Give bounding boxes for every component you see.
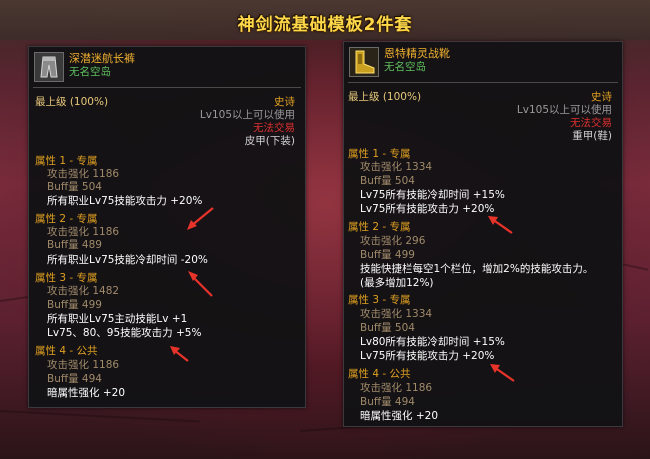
red-arrow-icon — [188, 271, 213, 297]
option-3-effect-2: Lv75所有技能攻击力 +20% — [360, 350, 495, 362]
option-1-attack: 攻击强化 1334 — [360, 161, 433, 173]
option-1-effect: 所有职业Lv75技能攻击力 +20% — [47, 195, 203, 207]
item-grade: 最上级 (100%) — [348, 91, 422, 103]
item-source: 无名空岛 — [69, 66, 111, 78]
option-4-buff: Buff量 494 — [360, 396, 415, 408]
option-1-attack: 攻击强化 1186 — [47, 168, 120, 180]
item-name: 恩特精灵战靴 — [384, 47, 450, 60]
item-header: 恩特精灵战靴 无名空岛 — [348, 46, 618, 77]
option-2-buff: Buff量 499 — [360, 249, 415, 261]
option-4-effect: 暗属性强化 +20 — [47, 387, 125, 399]
option-1-effect-1: Lv75所有技能冷却时间 +15% — [360, 189, 505, 201]
item-header: 深潜迷航长裤 无名空岛 — [33, 51, 301, 82]
option-2-attack: 攻击强化 1186 — [47, 226, 120, 238]
item-slot: 皮甲(下装) — [244, 135, 295, 147]
red-arrow-icon — [187, 207, 214, 230]
golden-boots-icon — [349, 47, 379, 77]
item-tooltip-right: 恩特精灵战靴 无名空岛 最上级 (100%) 史诗 Lv105以上可以使用 无法… — [343, 41, 623, 427]
option-2-effect-1: 技能快捷栏每空1个栏位，增加2%的技能攻击力。 — [360, 263, 594, 275]
option-3-effect-2: Lv75、80、95技能攻击力 +5% — [47, 327, 202, 339]
option-2-effect-2: (最多增加12%) — [360, 277, 434, 289]
pants-armor-icon — [34, 52, 64, 82]
option-4-attack: 攻击强化 1186 — [360, 382, 433, 394]
item-requirement: Lv105以上可以使用 — [199, 109, 295, 121]
red-arrow-icon — [488, 216, 513, 234]
option-2-buff: Buff量 489 — [47, 239, 102, 251]
option-3-attack: 攻击强化 1482 — [47, 285, 120, 297]
background-crack — [0, 410, 200, 423]
option-2-title: 属性 2 - 专属 — [348, 221, 411, 233]
option-1-buff: Buff量 504 — [360, 175, 415, 187]
divider — [348, 82, 618, 83]
option-1-effect-2: Lv75所有技能攻击力 +20% — [360, 203, 495, 215]
item-requirement: Lv105以上可以使用 — [516, 104, 612, 116]
item-rarity: 史诗 — [274, 96, 295, 108]
option-3-attack: 攻击强化 1334 — [360, 308, 433, 320]
item-tooltip-left: 深潜迷航长裤 无名空岛 最上级 (100%) 史诗 Lv105以上可以使用 无法… — [28, 46, 306, 408]
option-2-effect: 所有职业Lv75技能冷却时间 -20% — [47, 254, 208, 266]
divider — [33, 87, 301, 88]
option-3-buff: Buff量 504 — [360, 322, 415, 334]
option-1-buff: Buff量 504 — [47, 181, 102, 193]
red-arrow-icon — [170, 346, 189, 362]
option-3-effect-1: 所有职业Lv75主动技能Lv +1 — [47, 313, 188, 325]
option-2-title: 属性 2 - 专属 — [35, 213, 98, 225]
option-4-attack: 攻击强化 1186 — [47, 359, 120, 371]
red-arrow-icon — [490, 364, 515, 382]
option-4-title: 属性 4 - 公共 — [348, 368, 411, 380]
item-rarity: 史诗 — [591, 91, 612, 103]
option-3-buff: Buff量 499 — [47, 299, 102, 311]
option-3-effect-1: Lv80所有技能冷却时间 +15% — [360, 336, 505, 348]
option-2-attack: 攻击强化 296 — [360, 235, 426, 247]
item-name: 深潜迷航长裤 — [69, 52, 135, 65]
option-3-title: 属性 3 - 专属 — [348, 294, 411, 306]
option-3-title: 属性 3 - 专属 — [35, 272, 98, 284]
option-4-effect: 暗属性强化 +20 — [360, 410, 438, 422]
option-1-title: 属性 1 - 专属 — [35, 155, 98, 167]
option-1-title: 属性 1 - 专属 — [348, 148, 411, 160]
item-grade: 最上级 (100%) — [35, 96, 109, 108]
item-untradeable: 无法交易 — [570, 117, 612, 129]
item-untradeable: 无法交易 — [253, 122, 295, 134]
item-source: 无名空岛 — [384, 61, 426, 73]
item-slot: 重甲(鞋) — [572, 130, 612, 142]
option-4-title: 属性 4 - 公共 — [35, 345, 98, 357]
page-title: 神剑流基础模板2件套 — [237, 15, 413, 35]
option-4-buff: Buff量 494 — [47, 373, 102, 385]
